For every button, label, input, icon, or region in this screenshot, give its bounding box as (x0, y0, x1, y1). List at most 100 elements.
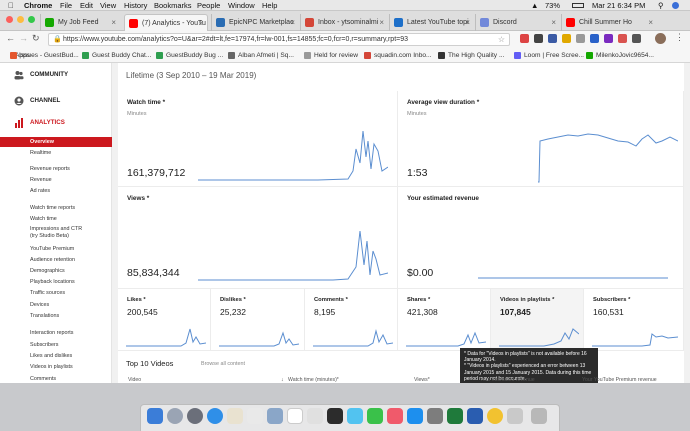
bookmark-item[interactable]: squadin.com Inbo... (364, 48, 432, 63)
sidebar-item-watch-time-reports[interactable]: Watch time reports (0, 204, 112, 212)
star-icon[interactable]: ☆ (498, 34, 505, 45)
siri-icon[interactable] (672, 2, 679, 9)
sidebar-item-videos-in-playlists[interactable]: Videos in playlists (0, 363, 112, 371)
address-bar[interactable]: 🔒 https://www.youtube.com/analytics?o=U&… (48, 33, 510, 46)
search-icon[interactable]: ⚲ (658, 0, 664, 11)
clock[interactable]: Mar 21 6:34 PM (592, 0, 645, 11)
bookmark-item[interactable]: Alban Afmeti | Sq... (228, 48, 294, 63)
notes-icon[interactable] (227, 408, 243, 424)
battery-percent[interactable]: 73% (545, 0, 560, 11)
sidebar-section-channel[interactable]: CHANNEL (0, 91, 112, 111)
preview-icon[interactable] (267, 408, 283, 424)
menu-people[interactable]: People (197, 0, 220, 11)
menu-help[interactable]: Help (262, 0, 277, 11)
app-name[interactable]: Chrome (24, 0, 52, 11)
card-watch-time[interactable]: Watch time * Minutes 161,379,712 (118, 91, 398, 187)
close-icon[interactable]: × (465, 14, 470, 31)
apple-icon[interactable]:  (8, 0, 14, 11)
maximize-window-icon[interactable] (28, 16, 35, 23)
sidebar-item-ad-rates[interactable]: Ad rates (0, 187, 112, 195)
messages-icon[interactable] (347, 408, 363, 424)
extension-icon[interactable] (534, 34, 543, 43)
sidebar-item-youtube-premium[interactable]: YouTube Premium (0, 245, 112, 253)
facetime-icon[interactable] (367, 408, 383, 424)
calendar-icon[interactable] (287, 408, 303, 424)
sidebar-section-community[interactable]: COMMUNITY (0, 65, 112, 85)
back-icon[interactable]: ← (6, 33, 15, 43)
downloads-icon[interactable] (507, 408, 523, 424)
tab-youtube-topics[interactable]: Latest YouTube topi × (389, 14, 474, 31)
close-icon[interactable]: × (648, 14, 653, 31)
extension-icon[interactable] (590, 34, 599, 43)
bookmark-item[interactable]: Issues - GuestBud... (10, 48, 79, 63)
sidebar-item-traffic-sources[interactable]: Traffic sources (0, 289, 112, 297)
system-preferences-icon[interactable] (427, 408, 443, 424)
tab-discord[interactable]: Discord × (475, 14, 560, 31)
bookmark-item[interactable]: Guest Buddy Chat... (82, 48, 151, 63)
close-icon[interactable]: × (111, 14, 116, 31)
finder-icon[interactable] (147, 408, 163, 424)
tab-inbox[interactable]: Inbox - ytsominalmi × (300, 14, 388, 31)
sidebar-item-interaction-reports[interactable]: Interaction reports (0, 329, 112, 337)
launchpad-icon[interactable] (187, 408, 203, 424)
stat-comments[interactable]: Comments * 8,195 (305, 289, 398, 351)
close-icon[interactable]: × (290, 14, 295, 31)
tab-chill-summer[interactable]: Chill Summer Ho × (561, 14, 657, 31)
extension-icon[interactable] (576, 34, 585, 43)
extension-icon[interactable] (520, 34, 529, 43)
excel-icon[interactable] (447, 408, 463, 424)
bookmark-item[interactable]: MilenkoJovic9654... (586, 48, 654, 63)
menu-file[interactable]: File (60, 0, 72, 11)
card-views[interactable]: Views * 85,834,344 (118, 187, 398, 289)
menu-window[interactable]: Window (228, 0, 255, 11)
chrome-icon[interactable] (487, 408, 503, 424)
terminal-icon[interactable] (327, 408, 343, 424)
reminders-icon[interactable] (307, 408, 323, 424)
bookmark-item[interactable]: The High Quality ... (438, 48, 504, 63)
bookmark-item[interactable]: Held for review (304, 48, 358, 63)
stat-subscribers[interactable]: Subscribers * 160,531 (584, 289, 684, 351)
tab-job-feed[interactable]: My Job Feed × (40, 14, 120, 31)
tab-analytics[interactable]: (7) Analytics - YouTu × (124, 14, 208, 31)
sidebar-item-realtime[interactable]: Realtime (0, 149, 112, 157)
sidebar-item-watch-time[interactable]: Watch time (0, 215, 112, 223)
siri-icon[interactable] (167, 408, 183, 424)
forward-icon[interactable]: → (19, 33, 28, 43)
safari-icon[interactable] (207, 408, 223, 424)
wifi-icon[interactable]: ▲ (531, 0, 538, 11)
trash-icon[interactable] (531, 408, 547, 424)
extension-icon[interactable] (618, 34, 627, 43)
extension-icon[interactable] (604, 34, 613, 43)
stat-videos-in-playlists[interactable]: Videos in playlists * 107,845 (491, 289, 584, 351)
bookmark-item[interactable]: GuestBuddy Bug ... (156, 48, 223, 63)
menu-edit[interactable]: Edit (80, 0, 93, 11)
reload-icon[interactable]: ↻ (32, 33, 40, 44)
browse-all-link[interactable]: Browse all content (201, 361, 245, 367)
profile-avatar[interactable] (655, 33, 666, 44)
sidebar-item-devices[interactable]: Devices (0, 301, 112, 309)
card-average-view-duration[interactable]: Average view duration * Minutes 1:53 (398, 91, 684, 187)
stat-shares[interactable]: Shares * 421,308 (398, 289, 491, 351)
close-icon[interactable]: × (551, 14, 556, 31)
menu-history[interactable]: History (124, 0, 147, 11)
extension-icon[interactable] (548, 34, 557, 43)
photos-icon[interactable] (247, 408, 263, 424)
extension-icon[interactable] (632, 34, 641, 43)
close-window-icon[interactable] (6, 16, 13, 23)
word-icon[interactable] (467, 408, 483, 424)
app-store-icon[interactable] (407, 408, 423, 424)
bookmark-item[interactable]: Loom | Free Scree... (514, 48, 584, 63)
sidebar-section-analytics[interactable]: ANALYTICS (0, 113, 112, 133)
menu-icon[interactable]: ⋮ (675, 32, 684, 43)
sidebar-item-translations[interactable]: Translations (0, 312, 112, 320)
extension-icon[interactable] (562, 34, 571, 43)
stat-dislikes[interactable]: Dislikes * 25,232 (211, 289, 305, 351)
sidebar-item-comments[interactable]: Comments (0, 375, 112, 383)
tab-epicnpc[interactable]: EpicNPC Marketplac × (211, 14, 299, 31)
sidebar-item-demographics[interactable]: Demographics (0, 267, 112, 275)
menu-bookmarks[interactable]: Bookmarks (154, 0, 192, 11)
minimize-window-icon[interactable] (17, 16, 24, 23)
close-icon[interactable]: × (198, 15, 203, 31)
stat-likes[interactable]: Likes * 200,545 (118, 289, 211, 351)
sidebar-item-likes-dislikes[interactable]: Likes and dislikes (0, 352, 112, 360)
